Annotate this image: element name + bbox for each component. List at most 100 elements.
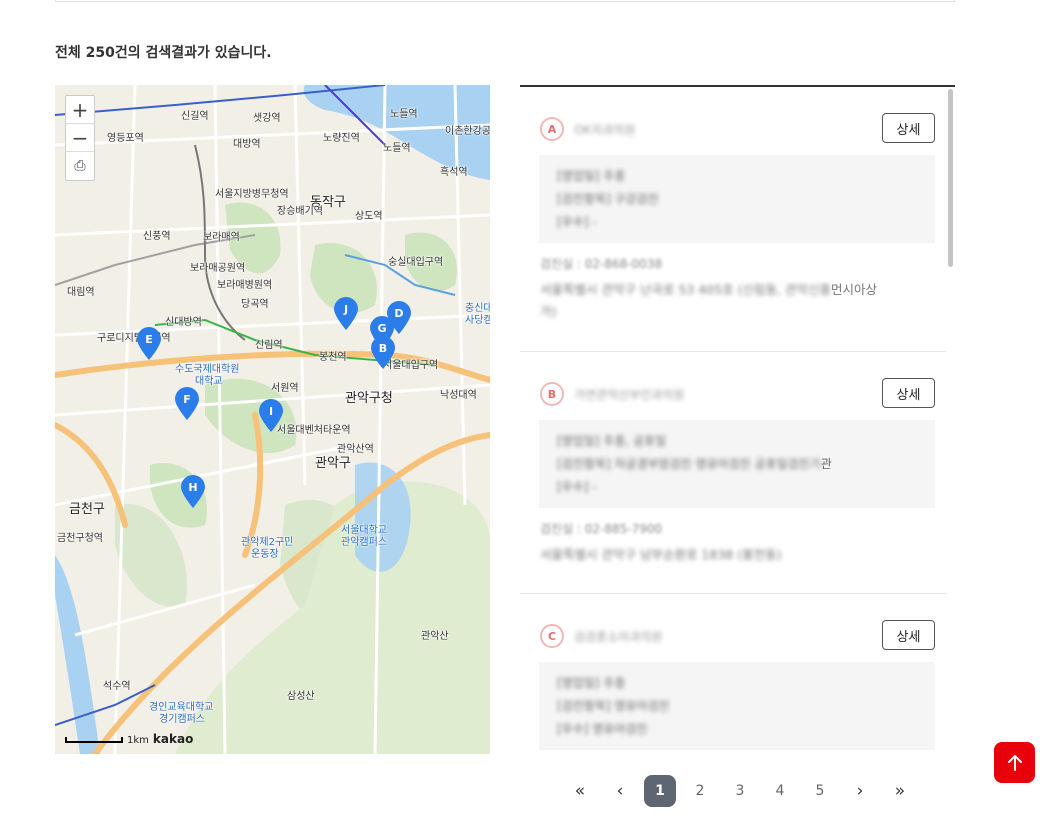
map-label: 서울대벤처타운역 (277, 425, 351, 436)
page-number: 1 (644, 775, 676, 807)
map-label: 샛강역 (253, 113, 281, 124)
scroll-to-top-button[interactable] (994, 742, 1035, 783)
map-label: 대학교 (195, 376, 223, 387)
print-icon[interactable]: ⎙ (66, 152, 94, 180)
first-page-button[interactable]: « (560, 775, 600, 807)
next-page-button[interactable]: › (840, 775, 880, 807)
clinic-phone: 검진실 : 02-885-7900 (540, 522, 663, 536)
map-label: 관악캠퍼스 (341, 537, 387, 548)
result-count-text: 전체 250건의 검색결과가 있습니다. (55, 45, 272, 61)
map-label: 노들역 (383, 143, 411, 154)
marker-letter: F (183, 393, 191, 406)
last-page-button[interactable]: » (880, 775, 920, 807)
map-label: 금천구 (69, 502, 105, 517)
map-label: 신풍역 (143, 231, 171, 242)
scale-label: 1km (127, 735, 149, 746)
list-item: A OK치과의원 상세 [영업일] 주중 [검진항목] 구강검진 [우수] - … (520, 87, 946, 352)
clinic-icon: A (540, 117, 564, 141)
zoom-out-button[interactable]: − (66, 124, 94, 152)
list-item: B 가연관악산부인과의원 상세 [영업일] 주중, 공휴일 [검진항목] 자궁경… (520, 352, 946, 594)
scale-bar (65, 737, 123, 743)
map-label: 신길역 (181, 111, 209, 122)
info-line: [검진항목] 구강검진 (557, 192, 659, 206)
map-view[interactable]: 신길역 샛강역 노들역 영등포역 대방역 노량진역 노들역 이촌한강공 흑석역 … (55, 85, 490, 754)
map-label: 관악구청 (345, 391, 393, 406)
info-line: [영업일] 주중 (557, 169, 626, 183)
detail-button[interactable]: 상세 (882, 113, 935, 143)
page-button-1[interactable]: 1 (640, 775, 680, 807)
page-button-4[interactable]: 4 (760, 775, 800, 807)
clinic-name: OK치과의원 (574, 123, 636, 137)
map-marker-b[interactable]: B (370, 336, 396, 370)
address-text: 서울특별시 관악구 난곡로 53 405호 (신림동, 관악신흥 (540, 282, 831, 297)
page-button-2[interactable]: 2 (680, 775, 720, 807)
marker-letter: I (268, 405, 274, 418)
scrollbar-thumb[interactable] (948, 89, 953, 267)
map-label: 경기캠퍼스 (159, 714, 205, 725)
info-line: [검진항목] 영유아검진 (557, 699, 670, 713)
map-label: 운동장 (251, 549, 279, 560)
map-label: 이촌한강공 (445, 126, 490, 137)
map-marker-h-cluster[interactable]: H (180, 475, 206, 509)
map-marker-i[interactable]: I (258, 399, 284, 433)
result-list[interactable]: A OK치과의원 상세 [영업일] 주중 [검진항목] 구강검진 [우수] - … (520, 85, 955, 754)
marker-letter: B (378, 342, 388, 355)
map-label: 대방역 (233, 139, 261, 150)
map-label: 금천구청역 (57, 533, 103, 544)
clinic-info-box: [영업일] 주중 [검진항목] 구강검진 [우수] - (539, 155, 935, 243)
map-label: 보라매공원역 (190, 263, 246, 274)
map-label: 석수역 (103, 681, 131, 692)
map-label: 서원역 (271, 383, 299, 394)
info-line: [영업일] 주중, 공휴일 (557, 434, 667, 448)
map-label: 낙성대역 (440, 390, 477, 401)
clinic-info-box: [영업일] 주중 [검진항목] 영유아검진 [우수] 영유아검진 (539, 662, 935, 750)
map-label: 영등포역 (107, 133, 144, 144)
clinic-address: 서울특별시 관악구 남부순환로 1838 (봉천동) (540, 544, 935, 566)
marker-letter: E (145, 333, 153, 346)
map-label: 숭실대입구역 (388, 257, 444, 268)
map-label: 사당캠 (465, 315, 490, 326)
map-label: 관악구 (315, 456, 351, 471)
map-label: 노량진역 (323, 133, 360, 144)
map-label: 서울지방병무청역 (215, 189, 289, 200)
marker-letter: H (188, 481, 198, 494)
info-line: [검진항목] 자궁경부암검진 영유아검진 공휴일검진기 (557, 457, 821, 471)
info-line: [영업일] 주중 (557, 676, 626, 690)
map-marker-e[interactable]: E (136, 327, 162, 361)
arrow-up-icon (1007, 754, 1022, 771)
map-label: 신대방역 (165, 317, 202, 328)
list-item: C 검검훈소아과의원 상세 [영업일] 주중 [검진항목] 영유아검진 [우수]… (520, 594, 946, 754)
map-label: 관악산 (421, 631, 449, 642)
zoom-in-button[interactable]: + (66, 96, 94, 124)
marker-letter: J (343, 303, 349, 316)
map-label: 대림역 (67, 287, 95, 298)
address-text: 가) (540, 304, 557, 319)
map-label: 당곡역 (241, 299, 269, 310)
map-label: 신림역 (255, 340, 283, 351)
detail-button[interactable]: 상세 (882, 620, 935, 650)
map-label: 삼성산 (287, 691, 315, 702)
map-label: 상도역 (355, 211, 383, 222)
map-scale: 1km kakao (65, 732, 193, 746)
map-label: 흑석역 (440, 167, 468, 178)
list-scrollbar[interactable] (946, 87, 955, 754)
page-button-5[interactable]: 5 (800, 775, 840, 807)
prev-page-button[interactable]: ‹ (600, 775, 640, 807)
info-line: [우수] - (557, 215, 597, 229)
clinic-icon: C (540, 624, 564, 648)
pagination: « ‹ 1 2 3 4 5 › » (560, 775, 920, 807)
map-marker-j[interactable]: J (333, 297, 359, 331)
map-zoom-controls: + − ⎙ (65, 95, 95, 181)
kakao-logo: kakao (152, 732, 194, 746)
address-text: 서울특별시 관악구 남부순환로 1838 (봉천동) (540, 547, 782, 562)
detail-button[interactable]: 상세 (882, 378, 935, 408)
clinic-address: 서울특별시 관악구 난곡로 53 405호 (신림동, 관악신흥먼시아상 가) (540, 279, 935, 323)
map-label: 보라매역 (203, 232, 240, 243)
address-text: 먼시아상 (830, 282, 877, 297)
map-marker-f[interactable]: F (174, 387, 200, 421)
page-button-3[interactable]: 3 (720, 775, 760, 807)
search-panel-bottom-edge (55, 0, 955, 2)
info-line: 관 (820, 457, 832, 471)
clinic-info-box: [영업일] 주중, 공휴일 [검진항목] 자궁경부암검진 영유아검진 공휴일검진… (539, 420, 935, 508)
clinic-phone: 검진실 : 02-868-0038 (540, 257, 663, 271)
